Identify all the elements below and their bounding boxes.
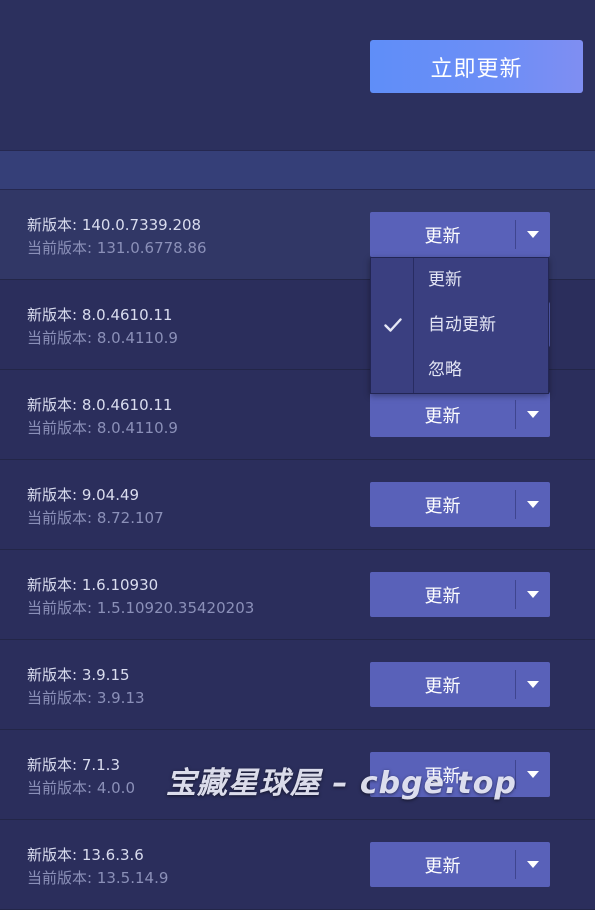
caret-down-icon [527, 591, 539, 598]
current-version-text: 当前版本: 13.5.14.9 [27, 869, 169, 887]
table-row: 新版本: 3.9.15 当前版本: 3.9.13 更新 [0, 640, 595, 730]
table-row: 新版本: 13.6.3.6 当前版本: 13.5.14.9 更新 [0, 820, 595, 910]
new-version-text: 新版本: 13.6.3.6 [27, 846, 144, 864]
menu-item-label: 忽略 [428, 360, 462, 380]
update-button[interactable]: 更新 [370, 662, 515, 707]
list-header [0, 150, 595, 190]
current-version-text: 当前版本: 8.0.4110.9 [27, 419, 178, 437]
check-icon [384, 318, 402, 332]
current-version-text: 当前版本: 1.5.10920.35420203 [27, 599, 255, 617]
current-version-text: 当前版本: 8.0.4110.9 [27, 329, 178, 347]
dropdown-toggle[interactable] [516, 752, 550, 797]
new-version-text: 新版本: 8.0.4610.11 [27, 396, 173, 414]
current-version-text: 当前版本: 4.0.0 [27, 779, 135, 797]
caret-down-icon [527, 231, 539, 238]
current-version-text: 当前版本: 3.9.13 [27, 689, 145, 707]
update-button[interactable]: 更新 [370, 842, 515, 887]
update-split-button: 更新 [370, 752, 550, 797]
new-version-text: 新版本: 9.04.49 [27, 486, 140, 504]
update-all-button[interactable]: 立即更新 [370, 40, 583, 93]
update-button[interactable]: 更新 [370, 482, 515, 527]
new-version-text: 新版本: 140.0.7339.208 [27, 216, 202, 234]
new-version-text: 新版本: 7.1.3 [27, 756, 120, 774]
header-bar: 立即更新 [0, 0, 595, 150]
update-split-button: 更新 [370, 212, 550, 257]
caret-down-icon [527, 681, 539, 688]
table-row: 新版本: 9.04.49 当前版本: 8.72.107 更新 [0, 460, 595, 550]
update-button[interactable]: 更新 [370, 392, 515, 437]
menu-item-label: 更新 [428, 270, 462, 290]
caret-down-icon [527, 861, 539, 868]
caret-down-icon [527, 501, 539, 508]
menu-item-auto-update[interactable]: 自动更新 [371, 303, 548, 348]
update-split-button: 更新 [370, 662, 550, 707]
menu-item-update[interactable]: 更新 [371, 258, 548, 303]
update-button[interactable]: 更新 [370, 752, 515, 797]
table-row: 新版本: 7.1.3 当前版本: 4.0.0 更新 [0, 730, 595, 820]
dropdown-toggle[interactable] [516, 842, 550, 887]
update-split-button: 更新 [370, 482, 550, 527]
current-version-text: 当前版本: 131.0.6778.86 [27, 239, 207, 257]
caret-down-icon [527, 771, 539, 778]
table-row: 新版本: 1.6.10930 当前版本: 1.5.10920.35420203 … [0, 550, 595, 640]
dropdown-toggle[interactable] [516, 392, 550, 437]
update-split-button: 更新 [370, 572, 550, 617]
update-button[interactable]: 更新 [370, 212, 515, 257]
current-version-text: 当前版本: 8.72.107 [27, 509, 164, 527]
dropdown-toggle[interactable] [516, 572, 550, 617]
dropdown-toggle[interactable] [516, 212, 550, 257]
new-version-text: 新版本: 1.6.10930 [27, 576, 159, 594]
update-options-menu: 更新 自动更新 忽略 [370, 257, 549, 394]
new-version-text: 新版本: 3.9.15 [27, 666, 130, 684]
new-version-text: 新版本: 8.0.4610.11 [27, 306, 173, 324]
update-split-button: 更新 [370, 842, 550, 887]
menu-item-label: 自动更新 [428, 315, 496, 335]
update-button[interactable]: 更新 [370, 572, 515, 617]
menu-item-ignore[interactable]: 忽略 [371, 348, 548, 393]
caret-down-icon [527, 411, 539, 418]
dropdown-toggle[interactable] [516, 482, 550, 527]
update-split-button: 更新 [370, 392, 550, 437]
dropdown-toggle[interactable] [516, 662, 550, 707]
